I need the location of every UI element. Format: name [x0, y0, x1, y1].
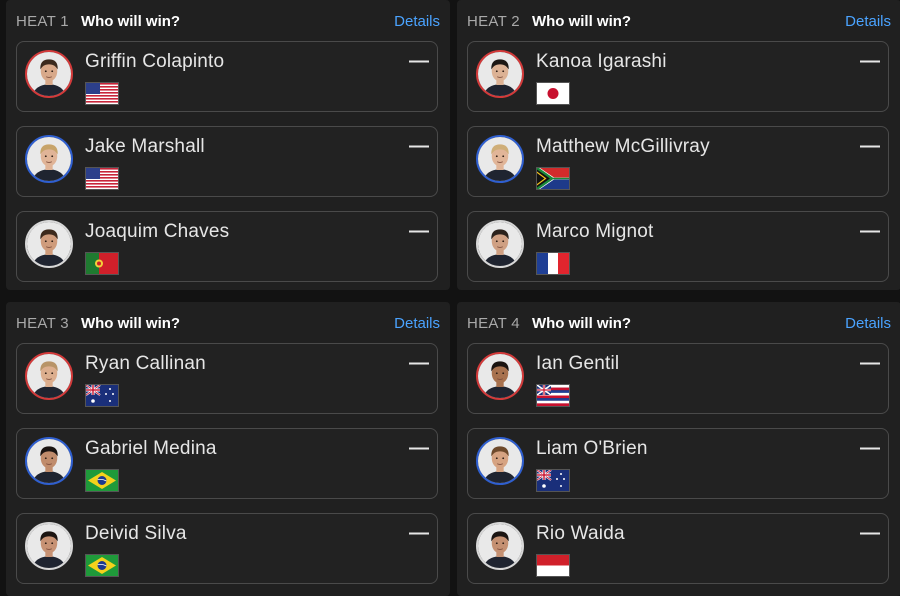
athlete-name: Gabriel Medina [85, 438, 217, 459]
heat-label: HEAT 3 [16, 314, 69, 332]
athlete-name: Jake Marshall [85, 136, 205, 157]
avatar [25, 352, 73, 400]
heat-label: HEAT 2 [467, 12, 520, 30]
portugal-flag [85, 252, 119, 275]
heat-panel: HEAT 3 Who will win? Details Ryan Callinan —… [6, 302, 450, 596]
odds-value: — [409, 437, 429, 459]
avatar [476, 352, 524, 400]
details-link[interactable]: Details [845, 13, 891, 30]
odds-value: — [860, 522, 880, 544]
athlete-card[interactable]: Rio Waida — [467, 513, 889, 584]
heat-header: HEAT 1 Who will win? Details [16, 11, 440, 31]
avatar [25, 50, 73, 98]
athlete-name: Liam O'Brien [536, 438, 648, 459]
odds-value: — [409, 220, 429, 242]
athlete-name: Deivid Silva [85, 523, 187, 544]
odds-value: — [860, 352, 880, 374]
athlete-card[interactable]: Griffin Colapinto — [16, 41, 438, 112]
athlete-name: Joaquim Chaves [85, 221, 230, 242]
heat-label: HEAT 1 [16, 12, 69, 30]
australia-flag [85, 384, 119, 407]
athlete-card[interactable]: Deivid Silva — [16, 513, 438, 584]
odds-value: — [409, 352, 429, 374]
avatar [476, 135, 524, 183]
avatar [25, 220, 73, 268]
details-link[interactable]: Details [394, 315, 440, 332]
avatar [476, 437, 524, 485]
odds-value: — [860, 135, 880, 157]
athlete-card[interactable]: Joaquim Chaves — [16, 211, 438, 282]
athlete-name: Rio Waida [536, 523, 625, 544]
heat-question: Who will win? [80, 314, 181, 332]
heat-label: HEAT 4 [467, 314, 520, 332]
avatar [25, 522, 73, 570]
athlete-card[interactable]: Gabriel Medina — [16, 428, 438, 499]
heat-panel: HEAT 4 Who will win? Details Ian Gentil — Lia… [457, 302, 900, 596]
odds-value: — [409, 50, 429, 72]
athlete-card[interactable]: Ryan Callinan — [16, 343, 438, 414]
heat-question: Who will win? [531, 314, 632, 332]
avatar [476, 50, 524, 98]
usa-flag [85, 82, 119, 105]
odds-value: — [860, 50, 880, 72]
athlete-card[interactable]: Matthew McGillivray — [467, 126, 889, 197]
hawaii-flag [536, 384, 570, 407]
avatar [476, 522, 524, 570]
brazil-flag [85, 554, 119, 577]
athlete-name: Kanoa Igarashi [536, 51, 667, 72]
athlete-card[interactable]: Kanoa Igarashi — [467, 41, 889, 112]
athlete-name: Griffin Colapinto [85, 51, 225, 72]
avatar [25, 437, 73, 485]
odds-value: — [409, 135, 429, 157]
odds-value: — [860, 220, 880, 242]
avatar [25, 135, 73, 183]
details-link[interactable]: Details [845, 315, 891, 332]
heat-panel: HEAT 2 Who will win? Details Kanoa Igarashi… [457, 0, 900, 290]
heat-header: HEAT 2 Who will win? Details [467, 11, 891, 31]
athlete-name: Matthew McGillivray [536, 136, 710, 157]
australia-flag [536, 469, 570, 492]
france-flag [536, 252, 570, 275]
south-africa-flag [536, 167, 570, 190]
heat-question: Who will win? [80, 12, 181, 30]
avatar [476, 220, 524, 268]
athlete-card[interactable]: Liam O'Brien — [467, 428, 889, 499]
athlete-name: Ryan Callinan [85, 353, 206, 374]
japan-flag [536, 82, 570, 105]
odds-value: — [860, 437, 880, 459]
heat-header: HEAT 3 Who will win? Details [16, 313, 440, 333]
heat-panel: HEAT 1 Who will win? Details Griffin Colapi… [6, 0, 450, 290]
heat-header: HEAT 4 Who will win? Details [467, 313, 891, 333]
athlete-card[interactable]: Jake Marshall — [16, 126, 438, 197]
odds-value: — [409, 522, 429, 544]
usa-flag [85, 167, 119, 190]
athlete-name: Marco Mignot [536, 221, 654, 242]
heat-question: Who will win? [531, 12, 632, 30]
athlete-card[interactable]: Marco Mignot — [467, 211, 889, 282]
athlete-card[interactable]: Ian Gentil — [467, 343, 889, 414]
indonesia-flag [536, 554, 570, 577]
athlete-name: Ian Gentil [536, 353, 620, 374]
details-link[interactable]: Details [394, 13, 440, 30]
brazil-flag [85, 469, 119, 492]
